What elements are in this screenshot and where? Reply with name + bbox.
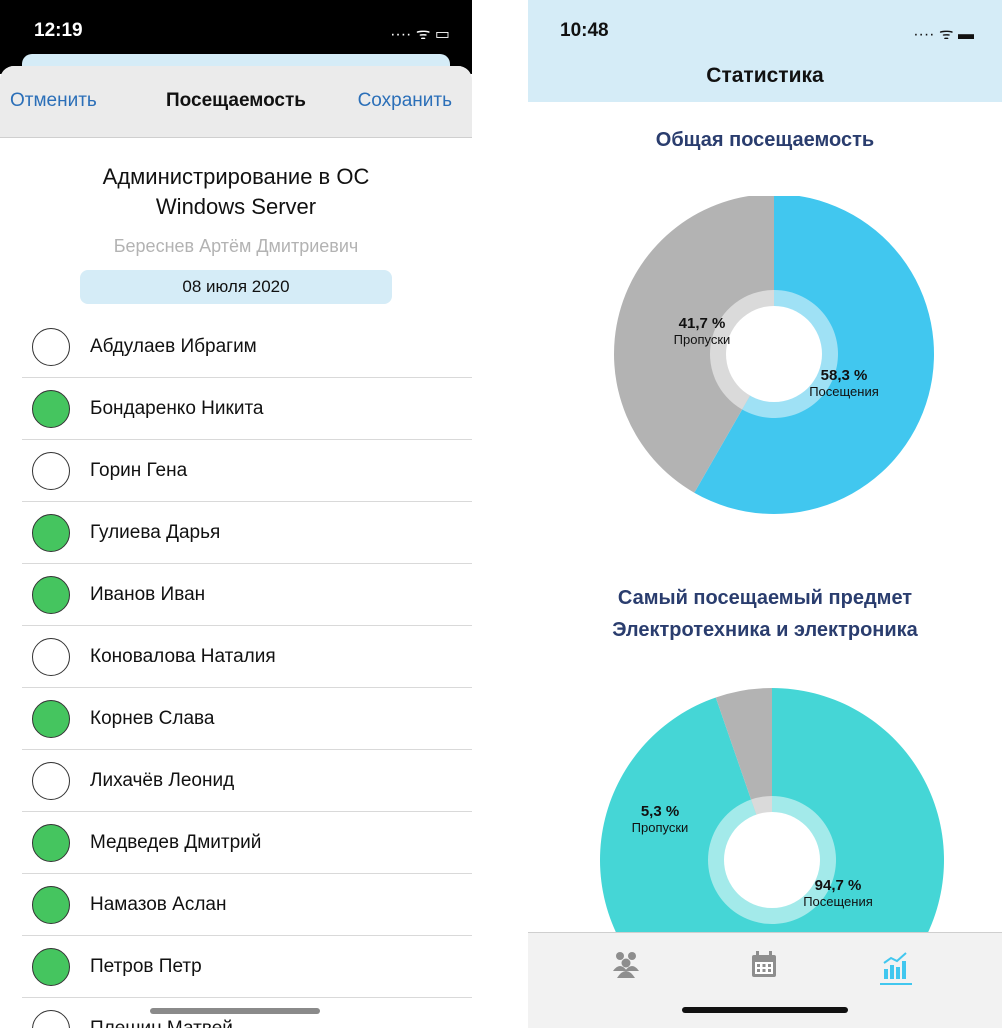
page-title: Статистика: [706, 64, 824, 87]
student-name: Иванов Иван: [90, 584, 206, 605]
student-name: Гулиева Дарья: [90, 522, 221, 543]
status-icons: ···· ᯤ ▬: [913, 26, 974, 43]
slice-category-label: Посещения: [809, 384, 879, 399]
teacher-name: Береснев Артём Дмитриевич: [113, 236, 359, 256]
student-row[interactable]: Лихачёв Леонид: [22, 750, 472, 812]
student-name: Медведев Дмитрий: [90, 832, 262, 853]
chart2-title-line1: Самый посещаемый предмет: [617, 587, 913, 609]
student-name: Лихачёв Леонид: [90, 770, 235, 791]
slice-value-label: 41,7 %: [679, 315, 726, 332]
student-row[interactable]: Корнев Слава: [22, 688, 472, 750]
cancel-button[interactable]: Отменить: [10, 90, 97, 112]
student-row[interactable]: Коновалова Наталия: [22, 626, 472, 688]
slice-value-label: 5,3 %: [641, 803, 679, 820]
student-name: Корнев Слава: [90, 708, 215, 729]
attendance-checkbox[interactable]: [32, 1010, 70, 1028]
attendance-checkbox[interactable]: [32, 824, 70, 862]
student-row[interactable]: Бондаренко Никита: [22, 378, 472, 440]
statistics-screen: 10:48 ···· ᯤ ▬ Статистика Общая посещаем…: [528, 0, 1002, 1028]
status-time: 10:48: [560, 20, 609, 41]
subject-donut-chart: 94,7 %Посещения 5,3 %Пропуски: [600, 688, 944, 932]
student-row[interactable]: Абдулаев Ибрагим: [22, 316, 472, 378]
slice-value-label: 58,3 %: [821, 367, 868, 384]
tab-calendar[interactable]: [746, 947, 782, 983]
date-picker[interactable]: 08 июля 2020: [80, 270, 392, 304]
navbar: Отменить Посещаемость Сохранить: [0, 66, 472, 138]
student-row[interactable]: Гулиева Дарья: [22, 502, 472, 564]
subject-title: Администрирование в ОС Windows Server: [102, 164, 370, 219]
student-name: Намазов Аслан: [90, 894, 227, 915]
attendance-checkbox[interactable]: [32, 452, 70, 490]
calendar-icon: [752, 951, 776, 977]
tab-statistics[interactable]: [876, 947, 912, 985]
home-indicator: [150, 1008, 320, 1014]
student-row[interactable]: Петров Петр: [22, 936, 472, 998]
attendance-checkbox[interactable]: [32, 948, 70, 986]
slice-category-label: Пропуски: [674, 332, 731, 347]
chart2-title-line2: Электротехника и электроника: [612, 619, 918, 641]
student-row[interactable]: Медведев Дмитрий: [22, 812, 472, 874]
attendance-checkbox[interactable]: [32, 638, 70, 676]
student-name: Петров Петр: [90, 956, 202, 977]
tab-users[interactable]: [608, 947, 644, 983]
donut-hole: [726, 306, 822, 402]
student-row[interactable]: Иванов Иван: [22, 564, 472, 626]
attendance-checkbox[interactable]: [32, 390, 70, 428]
attendance-checkbox[interactable]: [32, 576, 70, 614]
student-name: Коновалова Наталия: [90, 646, 276, 667]
chart1-title: Общая посещаемость: [655, 129, 875, 151]
save-button[interactable]: Сохранить: [358, 90, 452, 112]
attendance-checkbox[interactable]: [32, 514, 70, 552]
tab-bar: [528, 932, 1002, 1028]
attendance-checkbox[interactable]: [32, 762, 70, 800]
student-name: Бондаренко Никита: [90, 398, 264, 419]
student-list: Абдулаев Ибрагим Бондаренко Никита Горин Г…: [22, 316, 472, 1028]
home-indicator: [682, 1007, 848, 1013]
slice-category-label: Посещения: [803, 894, 873, 909]
status-time: 12:19: [34, 20, 83, 41]
header: 10:48 ···· ᯤ ▬ Статистика: [528, 0, 1002, 102]
attendance-checkbox[interactable]: [32, 886, 70, 924]
users-icon: [613, 952, 639, 978]
attendance-checkbox[interactable]: [32, 700, 70, 738]
student-name: Горин Гена: [90, 460, 188, 481]
status-icons: ···· ᯤ ▭: [390, 26, 450, 43]
student-row[interactable]: Горин Гена: [22, 440, 472, 502]
statistics-icon: [880, 952, 912, 985]
attendance-screen: 12:19 ···· ᯤ ▭ Отменить Посещаемость Сох…: [0, 0, 472, 1028]
student-name: Плешин Матвей: [90, 1018, 233, 1028]
attendance-sheet: Отменить Посещаемость Сохранить Админист…: [0, 66, 472, 1028]
slice-category-label: Пропуски: [632, 820, 689, 835]
slice-value-label: 94,7 %: [815, 877, 862, 894]
attendance-donut-chart: 58,3 %Посещения 41,7 %Пропуски: [614, 196, 935, 514]
student-name: Абдулаев Ибрагим: [90, 336, 257, 357]
attendance-checkbox[interactable]: [32, 328, 70, 366]
student-row[interactable]: Намазов Аслан: [22, 874, 472, 936]
